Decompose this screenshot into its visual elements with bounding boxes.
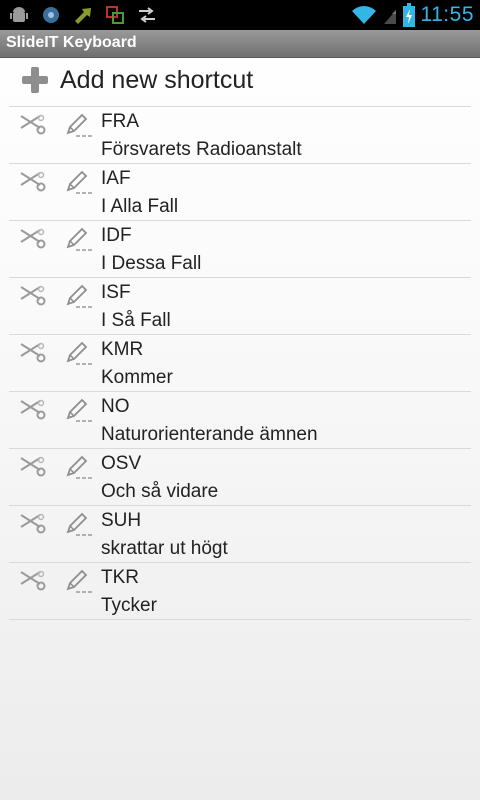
shortcut-expansion: Kommer	[101, 367, 173, 388]
edit-pencil-icon[interactable]	[64, 339, 94, 367]
title-bar: SlideIT Keyboard	[0, 30, 480, 58]
shortcut-expansion: Naturorienterande ämnen	[101, 424, 318, 445]
scissors-icon[interactable]	[18, 113, 46, 137]
edit-pencil-icon[interactable]	[64, 567, 94, 595]
scissors-icon[interactable]	[18, 227, 46, 251]
add-shortcut-label: Add new shortcut	[60, 66, 254, 94]
screen-capture-icon	[106, 6, 124, 24]
android-debug-icon	[10, 7, 28, 22]
plus-icon	[22, 67, 48, 93]
shortcut-row[interactable]: NO Naturorienterande ämnen	[9, 392, 471, 449]
shortcut-abbreviation: TKR	[101, 567, 139, 588]
wifi-icon	[351, 6, 376, 24]
shortcut-abbreviation: IDF	[101, 225, 132, 246]
edit-pencil-icon[interactable]	[64, 396, 94, 424]
scissors-icon[interactable]	[18, 512, 46, 536]
shortcut-row[interactable]: OSV Och så vidare	[9, 449, 471, 506]
status-bar: 11:55	[0, 0, 480, 30]
edit-pencil-icon[interactable]	[64, 282, 94, 310]
shortcut-row[interactable]: IAF I Alla Fall	[9, 164, 471, 221]
scissors-icon[interactable]	[18, 341, 46, 365]
shortcut-abbreviation: SUH	[101, 510, 142, 531]
app-icon	[43, 7, 59, 23]
edit-pencil-icon[interactable]	[64, 510, 94, 538]
shortcut-expansion: I Dessa Fall	[101, 253, 202, 274]
shortcut-list: FRA Försvarets Radioanstalt IAF I Alla F…	[0, 107, 480, 620]
scissors-icon[interactable]	[18, 569, 46, 593]
shortcut-expansion: Försvarets Radioanstalt	[101, 139, 302, 160]
shortcut-abbreviation: FRA	[101, 111, 139, 132]
shortcut-expansion: Och så vidare	[101, 481, 219, 502]
shortcut-abbreviation: OSV	[101, 453, 142, 474]
app-title: SlideIT Keyboard	[6, 34, 137, 51]
shortcut-abbreviation: KMR	[101, 339, 144, 360]
shortcut-abbreviation: IAF	[101, 168, 131, 189]
scissors-icon[interactable]	[18, 170, 46, 194]
shortcut-row[interactable]: TKR Tycker	[9, 563, 471, 620]
shortcut-row[interactable]: SUH skrattar ut högt	[9, 506, 471, 563]
battery-charging-icon	[402, 3, 415, 27]
edit-pencil-icon[interactable]	[64, 225, 94, 253]
status-clock: 11:55	[420, 3, 474, 26]
shortcut-expansion: skrattar ut högt	[101, 538, 228, 559]
shortcut-abbreviation: NO	[101, 396, 130, 417]
shortcut-abbreviation: ISF	[101, 282, 131, 303]
edit-pencil-icon[interactable]	[64, 168, 94, 196]
edit-pencil-icon[interactable]	[64, 453, 94, 481]
shuffle-icon	[139, 7, 155, 23]
shortcut-row[interactable]: IDF I Dessa Fall	[9, 221, 471, 278]
scissors-icon[interactable]	[18, 455, 46, 479]
sync-arrow-icon	[75, 8, 91, 24]
shortcut-row[interactable]: ISF I Så Fall	[9, 278, 471, 335]
shortcut-row[interactable]: KMR Kommer	[9, 335, 471, 392]
scissors-icon[interactable]	[18, 284, 46, 308]
edit-pencil-icon[interactable]	[64, 111, 94, 139]
shortcut-expansion: Tycker	[101, 595, 157, 616]
scissors-icon[interactable]	[18, 398, 46, 422]
add-shortcut-button[interactable]: Add new shortcut	[0, 58, 480, 106]
shortcut-row[interactable]: FRA Försvarets Radioanstalt	[9, 107, 471, 164]
shortcut-expansion: I Så Fall	[101, 310, 171, 331]
shortcut-expansion: I Alla Fall	[101, 196, 179, 217]
signal-icon	[383, 10, 396, 24]
